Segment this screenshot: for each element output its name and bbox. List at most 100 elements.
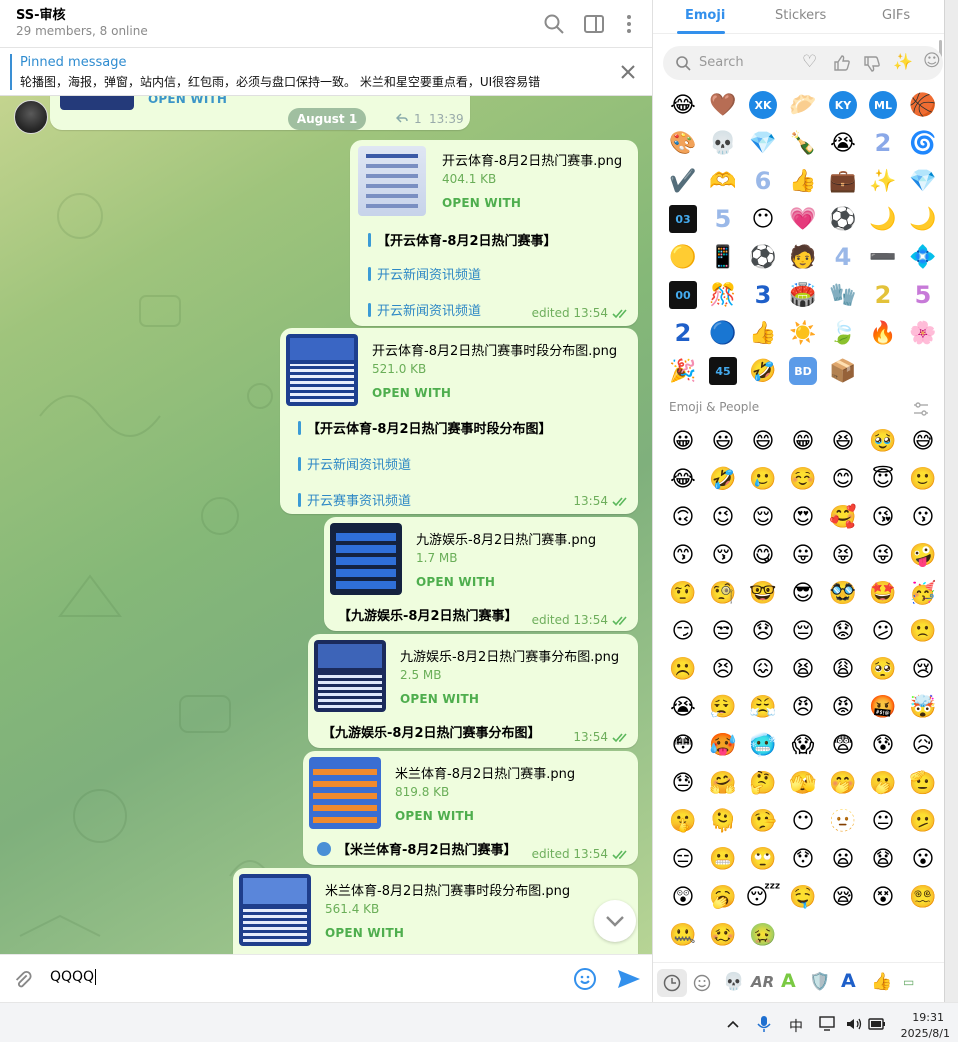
emoji-item[interactable]: 😊 (823, 460, 863, 498)
emoji-item[interactable]: ⚽ (823, 200, 863, 238)
channel-link[interactable]: 开云新闻资讯频道 (298, 454, 411, 473)
emoji-item[interactable]: 😒 (703, 612, 743, 650)
channel-link[interactable]: 开云新闻资讯频道 (368, 300, 481, 319)
emoji-item[interactable]: 🥲 (743, 460, 783, 498)
emoji-panel[interactable]: Emoji Stickers GIFs Search ♡ ✨ ☺ 😂 🤎 XK … (652, 0, 945, 1002)
thumbs-up-icon[interactable] (833, 54, 851, 72)
emoji-item[interactable]: 👍 (743, 314, 783, 352)
emoji-item[interactable]: 😂 (663, 86, 703, 124)
emoji-item[interactable]: 🤔 (743, 764, 783, 802)
emoji-item[interactable]: ☺️ (783, 460, 823, 498)
file-thumbnail[interactable] (309, 757, 381, 829)
battery-icon[interactable] (868, 1017, 886, 1031)
emoji-item[interactable]: 5 (703, 200, 743, 238)
emoji-item[interactable]: 🥴 (703, 916, 743, 954)
ar-pack-icon[interactable]: AR (751, 973, 774, 991)
club-pack-icon[interactable]: 🛡️ (809, 972, 830, 992)
emoji-item[interactable]: 😗 (903, 498, 943, 536)
emoji-item[interactable]: 🤪 (903, 536, 943, 574)
emoji-item[interactable]: XK (743, 86, 783, 124)
emoji-item[interactable]: 😤 (743, 688, 783, 726)
emoji-item[interactable]: 🧤 (823, 276, 863, 314)
emoji-item[interactable]: 6 (743, 162, 783, 200)
file-thumbnail[interactable] (60, 96, 134, 110)
emoji-item[interactable]: 🏀 (903, 86, 943, 124)
emoji-item[interactable]: 🫶 (703, 162, 743, 200)
emoji-item[interactable]: 😴 (743, 878, 783, 916)
emoji-item[interactable]: 😅 (903, 422, 943, 460)
emoji-item[interactable]: 03 (663, 200, 703, 238)
emoji-item[interactable]: 🎨 (663, 124, 703, 162)
emoji-item[interactable]: 😌 (743, 498, 783, 536)
search-icon[interactable] (542, 12, 566, 36)
emoji-item[interactable]: 😪 (823, 878, 863, 916)
emoji-item[interactable]: ☹️ (663, 650, 703, 688)
emoji-item[interactable]: 🌙 (863, 200, 903, 238)
emoji-item[interactable]: ✔️ (663, 162, 703, 200)
emoji-item[interactable]: 😕 (863, 612, 903, 650)
message-bubble-partial[interactable]: OPEN WITH 1 13:39 (50, 96, 470, 130)
emoji-item[interactable]: 😩 (823, 650, 863, 688)
emoji-item[interactable]: ⚽ (743, 238, 783, 276)
open-with-link[interactable]: OPEN WITH (325, 926, 404, 940)
emoji-item[interactable]: 😶 (743, 200, 783, 238)
smile-icon[interactable] (693, 974, 711, 992)
file-thumbnail[interactable] (239, 874, 311, 946)
message-bubble[interactable]: 米兰体育-8月2日热门赛事.png 819.8 KB OPEN WITH 【米兰… (303, 751, 638, 865)
file-thumbnail[interactable] (330, 523, 402, 595)
chevron-up-icon[interactable] (726, 1019, 740, 1029)
smile-icon[interactable]: ☺ (923, 51, 941, 71)
emoji-item[interactable]: 💼 (823, 162, 863, 200)
thumbs-down-icon[interactable] (863, 55, 881, 73)
scroll-down-button[interactable] (594, 900, 636, 942)
emoji-item[interactable]: 🫣 (783, 764, 823, 802)
emoji-item[interactable]: 😮 (903, 840, 943, 878)
heart-icon[interactable]: ♡ (802, 52, 817, 72)
emoji-item[interactable]: 🤣 (743, 352, 783, 390)
emoji-item[interactable]: 🤬 (863, 688, 903, 726)
emoji-item[interactable]: 🧑 (783, 238, 823, 276)
open-with-link[interactable]: OPEN WITH (416, 575, 495, 589)
thumbs-pack-icon[interactable]: 👍 (871, 972, 892, 992)
message-bubble[interactable]: 开云体育-8月2日热门赛事.png 404.1 KB OPEN WITH 【开云… (350, 140, 638, 326)
emoji-item[interactable]: 😓 (663, 764, 703, 802)
emoji-item[interactable]: 00 (663, 276, 703, 314)
emoji-item[interactable]: ML (863, 86, 903, 124)
emoji-icon[interactable] (573, 967, 597, 991)
emoji-item[interactable]: 🔥 (863, 314, 903, 352)
emoji-item[interactable]: 😇 (863, 460, 903, 498)
open-with-link[interactable]: OPEN WITH (372, 386, 451, 400)
emoji-item[interactable]: 🙄 (743, 840, 783, 878)
emoji-item[interactable]: 🥰 (823, 498, 863, 536)
emoji-item[interactable]: 3 (743, 276, 783, 314)
emoji-item[interactable]: 😧 (863, 840, 903, 878)
chat-title[interactable]: SS-审核 (16, 4, 66, 23)
ime-indicator[interactable]: 中 (789, 1016, 803, 1036)
letter-pack-icon[interactable]: A (841, 970, 856, 992)
emoji-item[interactable]: 🤓 (743, 574, 783, 612)
emoji-item[interactable]: 🔵 (703, 314, 743, 352)
emoji-item[interactable]: 🤨 (663, 574, 703, 612)
emoji-item[interactable]: 🟡 (663, 238, 703, 276)
emoji-item[interactable]: 🫡 (903, 764, 943, 802)
emoji-item[interactable]: 🧐 (703, 574, 743, 612)
emoji-item[interactable]: 😁 (783, 422, 823, 460)
emoji-item[interactable]: 🤯 (903, 688, 943, 726)
battery-pack-icon[interactable]: ▭ (903, 975, 914, 989)
emoji-item[interactable]: 😙 (663, 536, 703, 574)
emoji-item[interactable]: 😫 (783, 650, 823, 688)
attach-icon[interactable] (12, 969, 34, 991)
emoji-item[interactable]: BD (783, 352, 823, 390)
emoji-item[interactable]: 😵‍💫 (903, 878, 943, 916)
emoji-item[interactable]: 😟 (823, 612, 863, 650)
emoji-item[interactable]: 🥺 (863, 650, 903, 688)
tab-stickers[interactable]: Stickers (775, 8, 826, 23)
emoji-item[interactable]: ☀️ (783, 314, 823, 352)
message-input[interactable]: QQQQ (50, 969, 97, 985)
emoji-item[interactable]: 💀 (703, 124, 743, 162)
emoji-item[interactable]: 5 (903, 276, 943, 314)
emoji-item[interactable]: KY (823, 86, 863, 124)
emoji-item[interactable]: 🤥 (743, 802, 783, 840)
more-menu-icon[interactable] (617, 12, 641, 36)
emoji-item[interactable]: 😂 (663, 460, 703, 498)
